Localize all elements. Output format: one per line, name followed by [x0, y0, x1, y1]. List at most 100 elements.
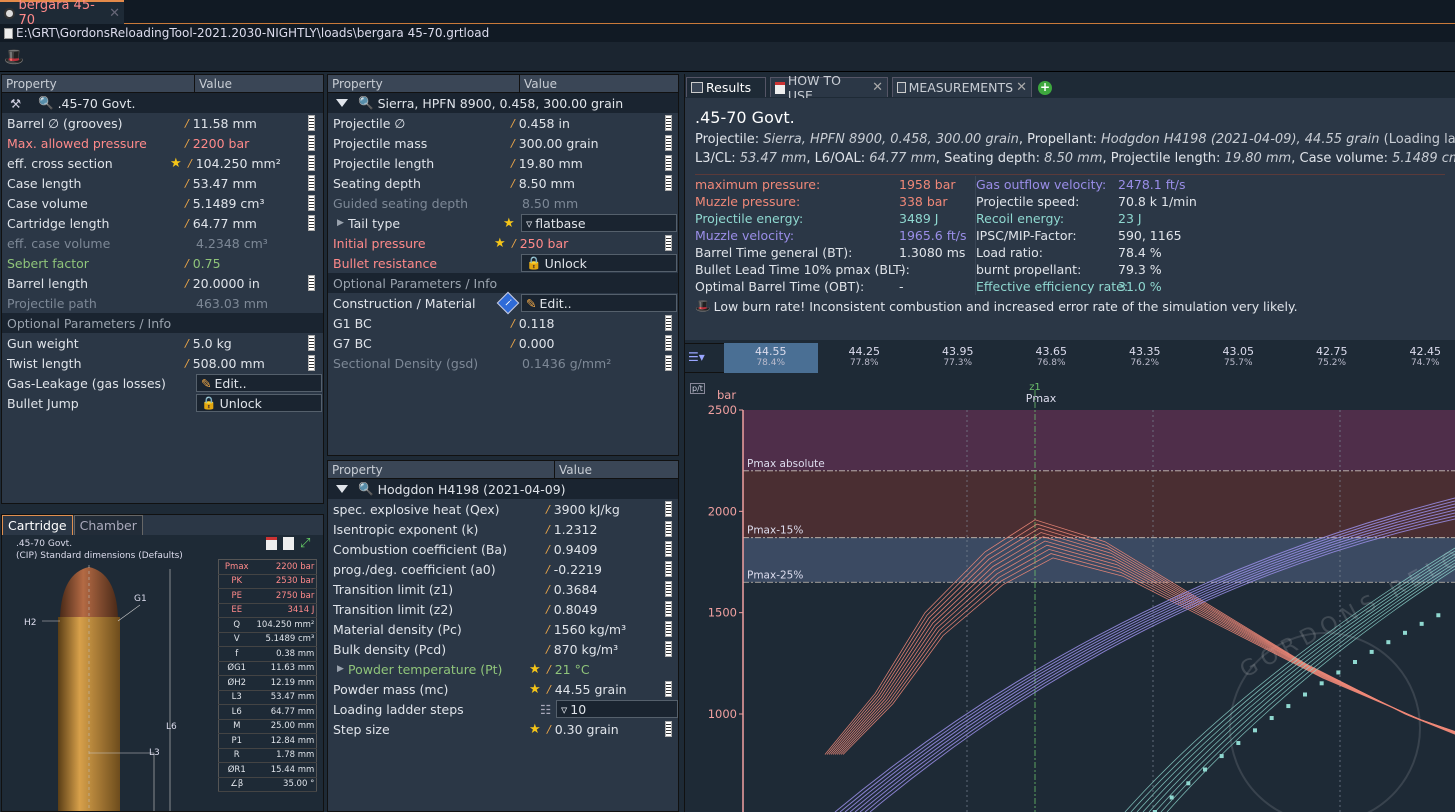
ladder-step[interactable]: 43.35 76.2% [1098, 343, 1193, 373]
document-icon[interactable] [283, 537, 294, 550]
property-value[interactable]: 463.03 mm [196, 296, 268, 311]
powder-row[interactable]: Bulk density (Pcd) / 870 kg/m³ [328, 639, 678, 659]
spinner-icon[interactable] [665, 335, 672, 351]
spinner-icon[interactable] [665, 681, 672, 697]
spinner-icon[interactable] [665, 521, 672, 537]
powder-row[interactable]: ▶ Powder temperature (Pt) ★ / 21 °C [328, 659, 678, 679]
close-icon[interactable]: ✕ [109, 6, 124, 21]
tab-cartridge[interactable]: Cartridge [2, 515, 73, 535]
ladder-step[interactable]: 42.75 75.2% [1285, 343, 1380, 373]
property-value[interactable]: 44.55 grain [555, 682, 627, 697]
property-value[interactable]: 2200 bar [193, 136, 250, 151]
star-icon[interactable]: ★ [529, 682, 541, 697]
pdf-icon[interactable] [266, 537, 277, 550]
spinner-icon[interactable] [308, 275, 315, 291]
spinner-icon[interactable] [665, 355, 672, 371]
property-value[interactable]: 4.2348 cm³ [196, 236, 268, 251]
ladder-steps-dropdown[interactable]: ▿ 10 [556, 700, 678, 718]
spinner-icon[interactable] [308, 135, 315, 151]
bullet-jump-unlock-button[interactable]: 🔒 Unlock [196, 394, 322, 412]
property-value[interactable]: 0.1436 g/mm² [522, 356, 611, 371]
spinner-icon[interactable] [665, 135, 672, 151]
property-value[interactable]: 250 bar [520, 236, 569, 251]
construction-edit-button[interactable]: ✎ Edit.. [521, 294, 677, 312]
cartridge-optional-row[interactable]: Twist length / 508.00 mm [2, 353, 323, 373]
projectile-optional-row[interactable]: G1 BC / 0.118 [328, 313, 678, 333]
spinner-icon[interactable] [665, 721, 672, 737]
property-value[interactable]: 3900 kJ/kg [554, 502, 620, 517]
cartridge-row[interactable]: Projectile path 463.03 mm [2, 293, 323, 313]
spinner-icon[interactable] [665, 621, 672, 637]
powder-row[interactable]: Isentropic exponent (k) / 1.2312 [328, 519, 678, 539]
projectile-row[interactable]: Projectile length / 19.80 mm [328, 153, 678, 173]
spinner-icon[interactable] [665, 601, 672, 617]
spinner-icon[interactable] [665, 115, 672, 131]
cartridge-optional-row[interactable]: Bullet Jump 🔒 Unlock [2, 393, 323, 413]
property-value[interactable]: 300.00 grain [519, 136, 599, 151]
powder-row[interactable]: Transition limit (z1) / 0.3684 [328, 579, 678, 599]
property-value[interactable]: 1.2312 [554, 522, 598, 537]
document-tab[interactable]: bergara 45-70 ✕ [0, 0, 124, 28]
star-icon[interactable]: ★ [529, 722, 541, 737]
tab-measurements[interactable]: MEASUREMENTS ✕ [892, 77, 1032, 97]
info-icon[interactable]: i [496, 291, 520, 315]
spinner-icon[interactable] [308, 355, 315, 371]
projectile-row[interactable]: Projectile ∅ / 0.458 in [328, 113, 678, 133]
cartridge-optional-row[interactable]: Gun weight / 5.0 kg [2, 333, 323, 353]
projectile-row[interactable]: Initial pressure ★ / 250 bar [328, 233, 678, 253]
property-value[interactable]: 0.8049 [554, 602, 598, 617]
property-value[interactable]: 11.58 mm [193, 116, 257, 131]
spinner-icon[interactable] [308, 175, 315, 191]
property-value[interactable]: 21 °C [555, 662, 590, 677]
projectile-row[interactable]: Bullet resistance 🔒 Unlock [328, 253, 678, 273]
cartridge-row[interactable]: Cartridge length / 64.77 mm [2, 213, 323, 233]
projectile-row[interactable]: Guided seating depth 8.50 mm [328, 193, 678, 213]
spinner-icon[interactable] [665, 641, 672, 657]
bullet-resistance-unlock-button[interactable]: 🔒 Unlock [521, 254, 677, 272]
property-value[interactable]: 8.50 mm [522, 196, 578, 211]
spinner-icon[interactable] [665, 541, 672, 557]
cartridge-row[interactable]: eff. case volume 4.2348 cm³ [2, 233, 323, 253]
gordon-hat-icon[interactable]: 🎩 [4, 47, 24, 66]
gas-leakage-edit-button[interactable]: ✎ Edit.. [196, 374, 322, 392]
property-value[interactable]: 0.30 grain [555, 722, 619, 737]
property-value[interactable]: 870 kg/m³ [554, 642, 618, 657]
expand-icon[interactable]: ⤢ [300, 537, 310, 550]
property-value[interactable]: 104.250 mm² [196, 156, 281, 171]
spinner-icon[interactable] [308, 335, 315, 351]
spinner-icon[interactable] [665, 175, 672, 191]
projectile-row[interactable]: Seating depth / 8.50 mm [328, 173, 678, 193]
projectile-optional-row[interactable]: Sectional Density (gsd) 0.1436 g/mm² [328, 353, 678, 373]
property-value[interactable]: 0.000 [519, 336, 555, 351]
cartridge-row[interactable]: eff. cross section ★ / 104.250 mm² [2, 153, 323, 173]
list-icon[interactable]: ☰▾ [688, 350, 705, 364]
property-value[interactable]: 5.1489 cm³ [193, 196, 265, 211]
star-icon[interactable]: ★ [170, 156, 182, 171]
ladder-step[interactable]: 43.05 75.7% [1191, 343, 1286, 373]
projectile-optional-row[interactable]: Construction / Material ✎ Edit.. i [328, 291, 678, 315]
property-value[interactable]: 0.3684 [554, 582, 598, 597]
property-value[interactable]: 19.80 mm [519, 156, 583, 171]
property-value[interactable]: 0.75 [193, 256, 221, 271]
ladder-step[interactable]: 44.55 78.4% [724, 343, 819, 373]
projectile-row[interactable]: Projectile mass / 300.00 grain [328, 133, 678, 153]
tab-chamber[interactable]: Chamber [73, 515, 143, 535]
cartridge-row[interactable]: Barrel ∅ (grooves) / 11.58 mm [2, 113, 323, 133]
ladder-step[interactable]: 43.65 76.8% [1004, 343, 1099, 373]
projectile-optional-row[interactable]: G7 BC / 0.000 [328, 333, 678, 353]
spinner-icon[interactable] [308, 115, 315, 131]
powder-selector[interactable]: 🔍 Hodgdon H4198 (2021-04-09) [328, 479, 678, 499]
close-icon[interactable]: ✕ [1016, 80, 1031, 95]
spinner-icon[interactable] [665, 561, 672, 577]
spinner-icon[interactable] [308, 195, 315, 211]
close-icon[interactable]: ✕ [872, 80, 887, 95]
tab-results[interactable]: Results [686, 77, 766, 97]
cartridge-row[interactable]: Barrel length / 20.0000 in [2, 273, 323, 293]
property-value[interactable]: 508.00 mm [193, 356, 265, 371]
powder-row[interactable]: spec. explosive heat (Qex) / 3900 kJ/kg [328, 499, 678, 519]
cartridge-selector[interactable]: ⚒ 🔍 .45-70 Govt. [2, 93, 323, 113]
cartridge-row[interactable]: Case volume / 5.1489 cm³ [2, 193, 323, 213]
powder-row[interactable]: prog./deg. coefficient (a0) / -0.2219 [328, 559, 678, 579]
add-tab-icon[interactable]: + [1038, 81, 1052, 95]
spinner-icon[interactable] [308, 155, 315, 171]
